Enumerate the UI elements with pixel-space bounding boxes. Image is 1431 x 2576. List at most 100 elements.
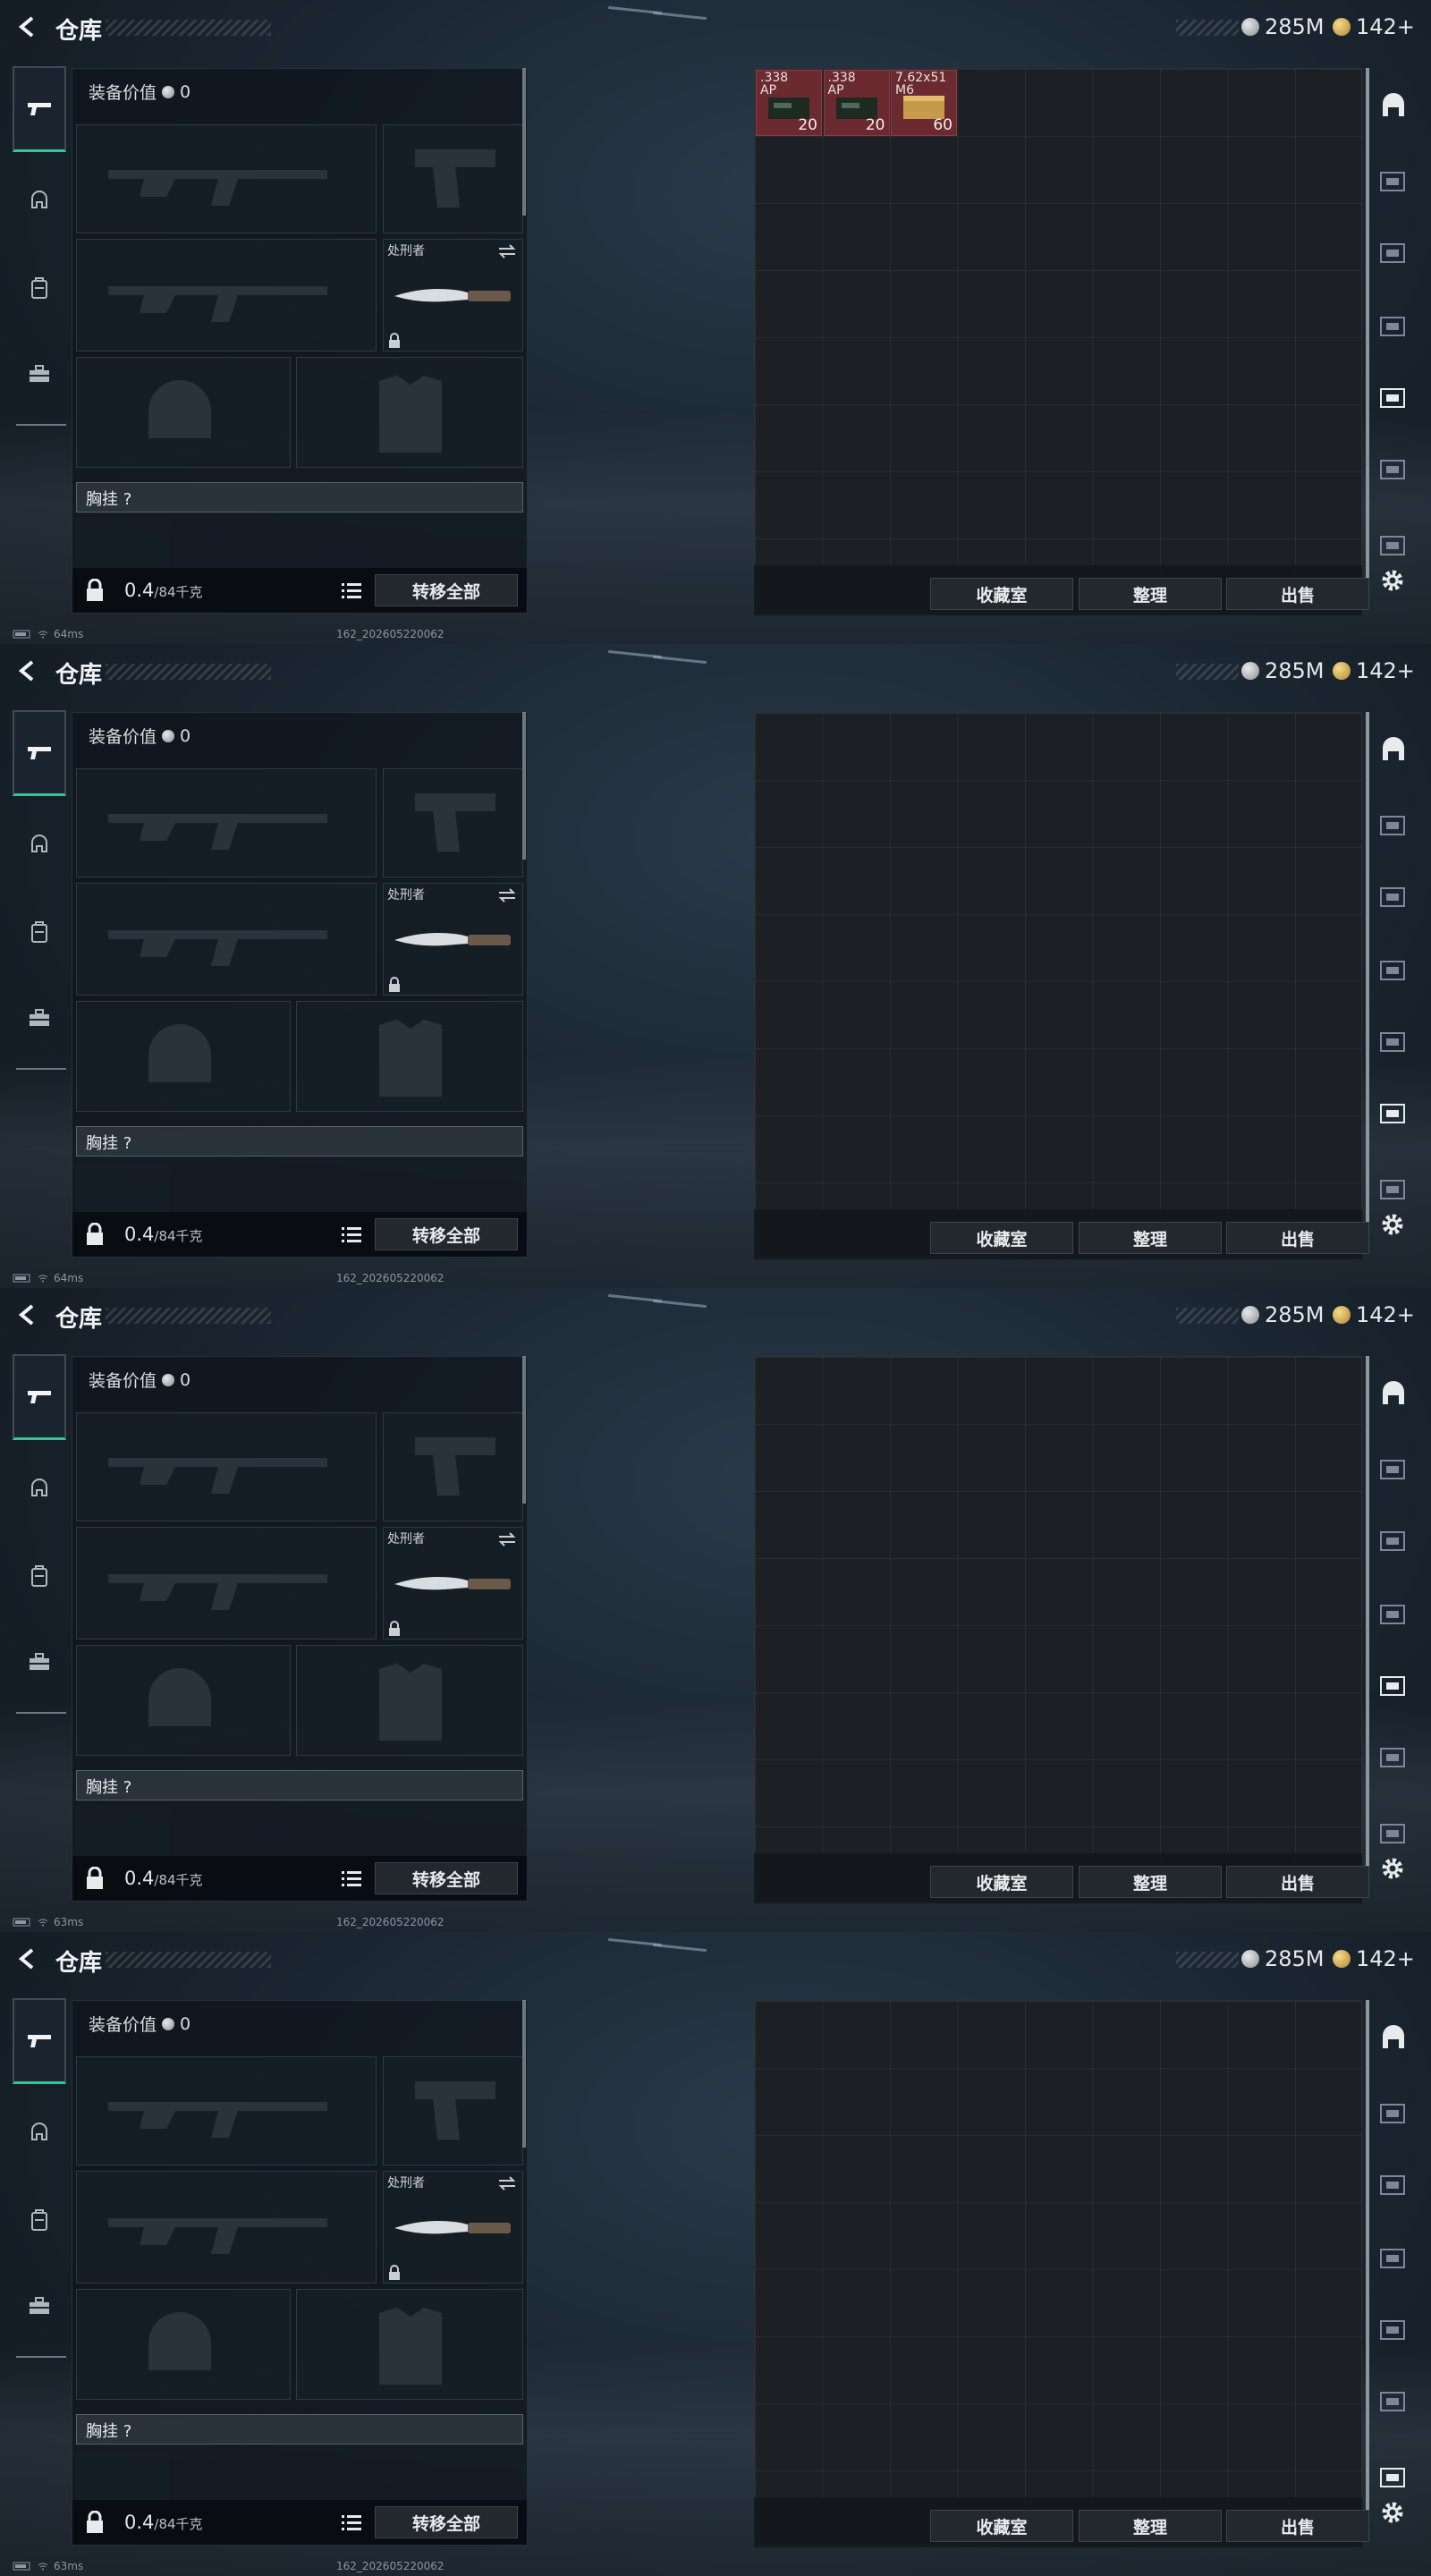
melee-slot[interactable]: 处刑者 (383, 2171, 523, 2284)
stash-tab-1-icon[interactable] (1376, 1377, 1411, 1413)
loadout-scrollbar[interactable] (522, 712, 526, 860)
stash-grid[interactable] (754, 1356, 1362, 1902)
gear-icon[interactable] (1377, 1853, 1408, 1884)
body-armor-slot[interactable] (296, 357, 523, 468)
rail-weapons[interactable] (13, 1998, 66, 2084)
rail-toolbox[interactable] (13, 331, 66, 417)
collection-room-button[interactable]: 收藏室 (930, 1866, 1073, 1898)
swap-icon[interactable] (497, 2175, 517, 2191)
chest-rig-slot[interactable] (76, 1162, 169, 1219)
helmet-slot[interactable] (76, 2289, 291, 2400)
stash-tab-4-icon[interactable] (1376, 953, 1411, 988)
rail-toolbox[interactable] (13, 1619, 66, 1705)
list-icon[interactable] (341, 1224, 362, 1244)
loadout-scrollbar[interactable] (522, 1356, 526, 1504)
stash-tab-1-icon[interactable] (1376, 2021, 1411, 2057)
stash-tab-5-icon[interactable] (1376, 1668, 1411, 1704)
sort-button[interactable]: 整理 (1079, 1866, 1222, 1898)
stash-tab-3-icon[interactable] (1376, 2167, 1411, 2203)
chest-rig-header[interactable]: 胸挂 ? (76, 2414, 523, 2445)
ammo-item[interactable]: .338 AP 20 (756, 70, 822, 136)
sell-button[interactable]: 出售 (1226, 2510, 1369, 2542)
body-armor-slot[interactable] (296, 2289, 523, 2400)
rail-armor[interactable] (13, 801, 66, 887)
stash-tab-6-icon[interactable] (1376, 1096, 1411, 1131)
list-icon[interactable] (341, 580, 362, 600)
rail-armor[interactable] (13, 2089, 66, 2175)
rail-backpack[interactable] (13, 245, 66, 331)
stash-scrollbar[interactable] (1366, 712, 1369, 1222)
stash-grid[interactable] (754, 712, 1362, 1258)
primary-weapon-slot[interactable] (76, 124, 377, 233)
sort-button[interactable]: 整理 (1079, 2510, 1222, 2542)
sort-button[interactable]: 整理 (1079, 578, 1222, 610)
stash-tab-7-icon[interactable] (1376, 528, 1411, 564)
stash-tab-2-icon[interactable] (1376, 164, 1411, 199)
sell-button[interactable]: 出售 (1226, 578, 1369, 610)
rail-toolbox[interactable] (13, 975, 66, 1061)
stash-tab-3-icon[interactable] (1376, 235, 1411, 271)
loadout-scrollbar[interactable] (522, 68, 526, 216)
body-armor-slot[interactable] (296, 1001, 523, 1112)
ammo-item[interactable]: 7.62x51 M6 60 (891, 70, 957, 136)
stash-tab-7-icon[interactable] (1376, 2460, 1411, 2496)
collection-room-button[interactable]: 收藏室 (930, 2510, 1073, 2542)
gold-balance[interactable]: 142+ (1333, 14, 1415, 39)
back-arrow-icon[interactable] (14, 658, 39, 683)
sell-button[interactable]: 出售 (1226, 1866, 1369, 1898)
primary-weapon-slot[interactable] (76, 1412, 377, 1521)
gold-balance[interactable]: 142+ (1333, 1946, 1415, 1971)
stash-tab-1-icon[interactable] (1376, 733, 1411, 769)
stash-grid[interactable] (754, 2000, 1362, 2546)
stash-scrollbar[interactable] (1366, 1356, 1369, 1866)
stash-tab-5-icon[interactable] (1376, 2312, 1411, 2348)
helmet-slot[interactable] (76, 1001, 291, 1112)
back-arrow-icon[interactable] (14, 14, 39, 39)
chest-rig-slot[interactable] (76, 1806, 169, 1863)
stash-tab-2-icon[interactable] (1376, 2096, 1411, 2131)
pistol-slot[interactable] (383, 768, 523, 877)
stash-tab-6-icon[interactable] (1376, 2384, 1411, 2419)
rail-toolbox[interactable] (13, 2263, 66, 2349)
body-armor-slot[interactable] (296, 1645, 523, 1756)
transfer-all-button[interactable]: 转移全部 (375, 1218, 518, 1250)
list-icon[interactable] (341, 1868, 362, 1888)
secondary-weapon-slot[interactable] (76, 239, 377, 352)
swap-icon[interactable] (497, 1531, 517, 1547)
secondary-weapon-slot[interactable] (76, 883, 377, 996)
rail-backpack[interactable] (13, 889, 66, 975)
primary-weapon-slot[interactable] (76, 2056, 377, 2165)
stash-tab-3-icon[interactable] (1376, 1523, 1411, 1559)
gold-balance[interactable]: 142+ (1333, 658, 1415, 683)
rail-backpack[interactable] (13, 2177, 66, 2263)
gear-icon[interactable] (1377, 1209, 1408, 1240)
pistol-slot[interactable] (383, 2056, 523, 2165)
back-arrow-icon[interactable] (14, 1302, 39, 1327)
melee-slot[interactable]: 处刑者 (383, 239, 523, 352)
list-icon[interactable] (341, 2512, 362, 2532)
transfer-all-button[interactable]: 转移全部 (375, 574, 518, 606)
stash-tab-6-icon[interactable] (1376, 452, 1411, 487)
rail-backpack[interactable] (13, 1533, 66, 1619)
secondary-weapon-slot[interactable] (76, 1527, 377, 1640)
rail-armor[interactable] (13, 157, 66, 243)
swap-icon[interactable] (497, 887, 517, 903)
stash-tab-6-icon[interactable] (1376, 1740, 1411, 1775)
stash-tab-7-icon[interactable] (1376, 1172, 1411, 1208)
gold-balance[interactable]: 142+ (1333, 1302, 1415, 1327)
stash-scrollbar[interactable] (1366, 2000, 1369, 2510)
collection-room-button[interactable]: 收藏室 (930, 1222, 1073, 1254)
stash-tab-2-icon[interactable] (1376, 808, 1411, 843)
back-arrow-icon[interactable] (14, 1946, 39, 1971)
stash-grid[interactable] (754, 68, 1362, 614)
sell-button[interactable]: 出售 (1226, 1222, 1369, 1254)
transfer-all-button[interactable]: 转移全部 (375, 2506, 518, 2538)
chest-rig-header[interactable]: 胸挂 ? (76, 482, 523, 513)
pistol-slot[interactable] (383, 124, 523, 233)
melee-slot[interactable]: 处刑者 (383, 883, 523, 996)
stash-tab-4-icon[interactable] (1376, 1597, 1411, 1632)
stash-scrollbar[interactable] (1366, 68, 1369, 578)
sort-button[interactable]: 整理 (1079, 1222, 1222, 1254)
collection-room-button[interactable]: 收藏室 (930, 578, 1073, 610)
ammo-item[interactable]: .338 AP 20 (823, 70, 890, 136)
